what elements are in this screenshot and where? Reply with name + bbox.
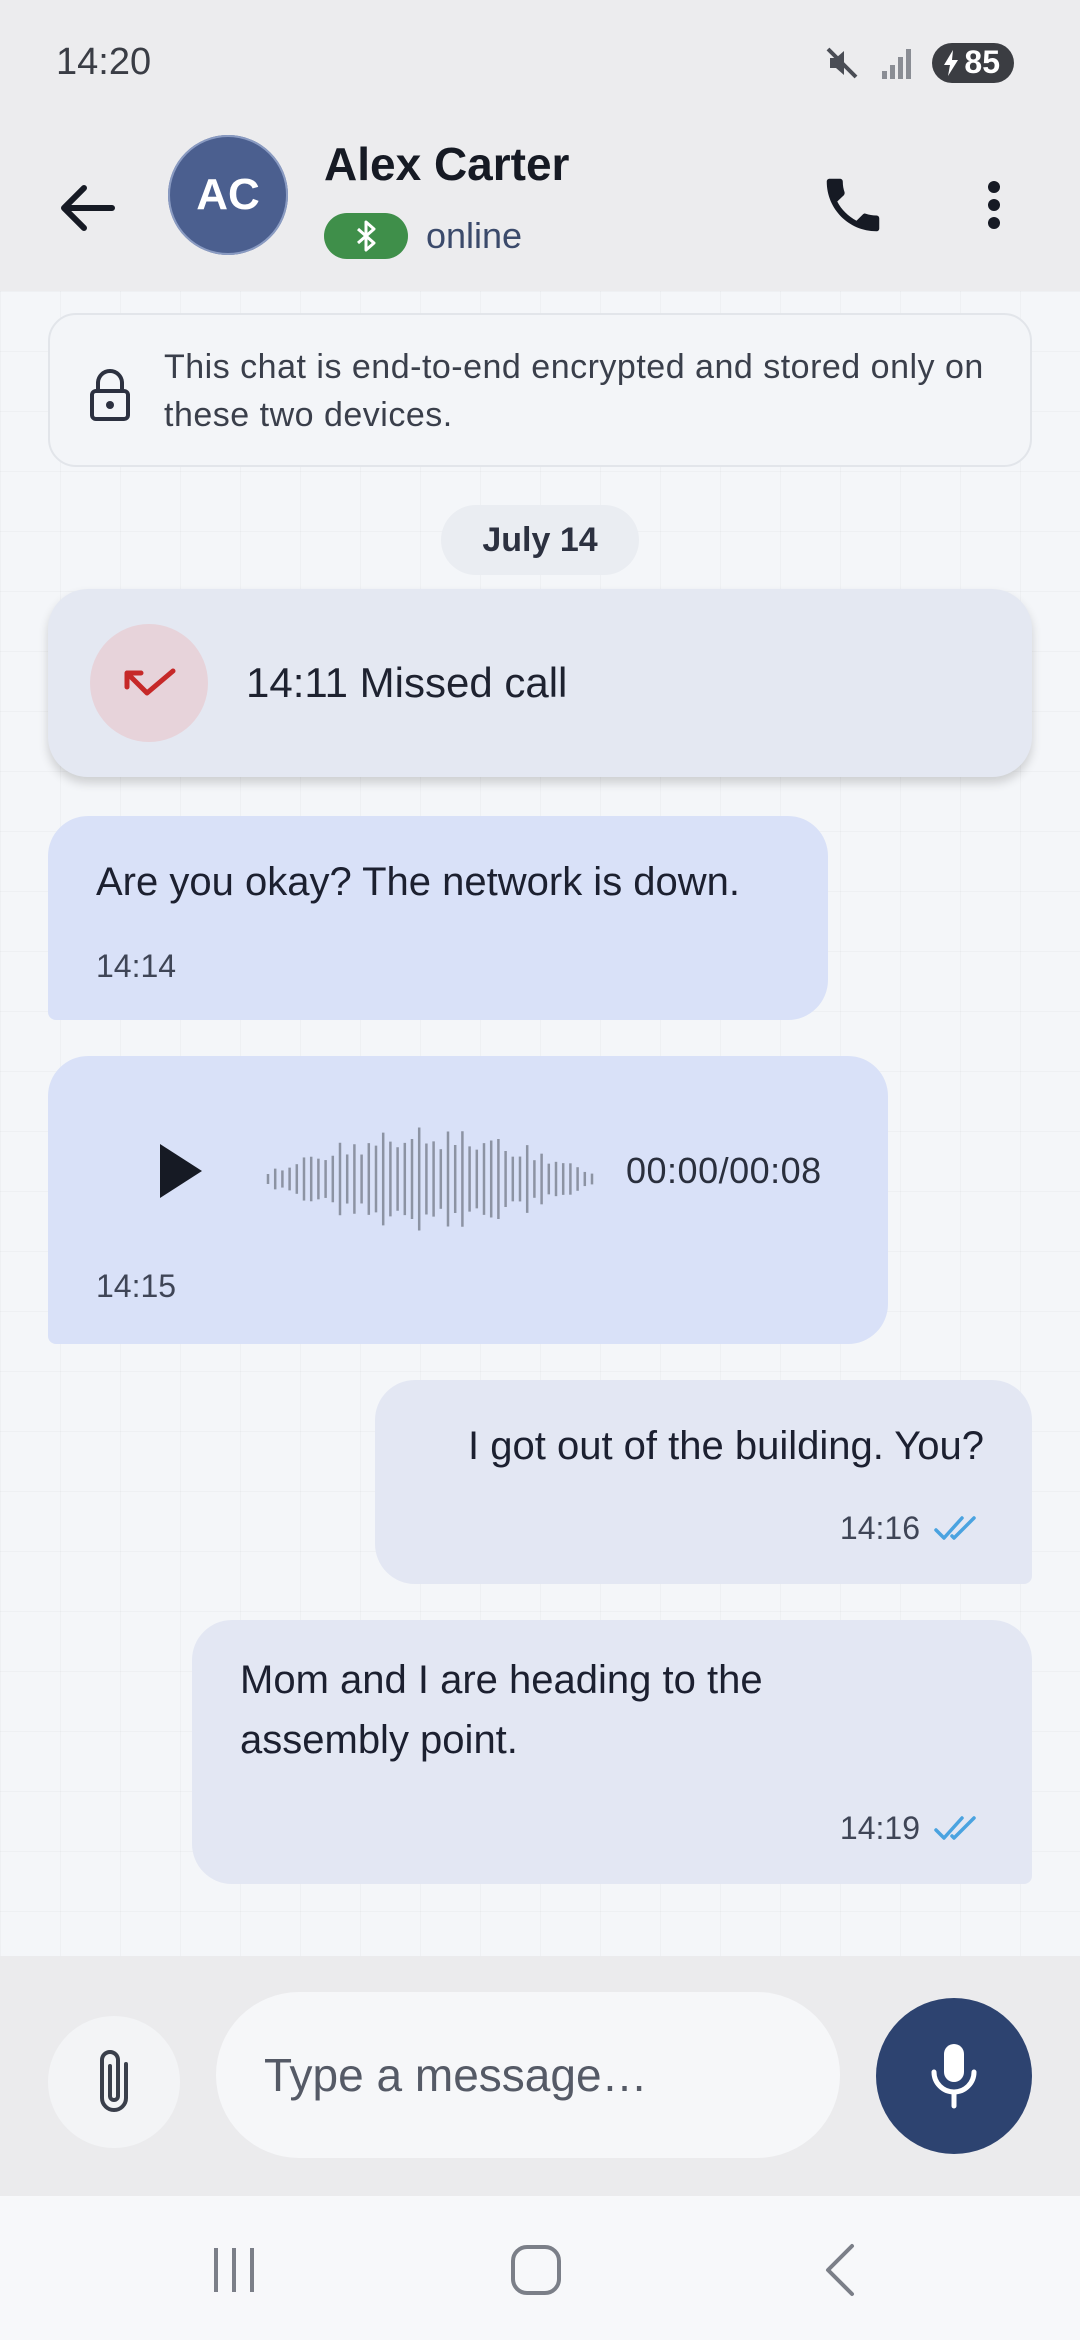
connection-badge: [324, 213, 408, 259]
system-nav-bar: [0, 2196, 1080, 2340]
encryption-notice[interactable]: This chat is end-to-end encrypted and st…: [48, 313, 1032, 467]
read-receipt-icon: [934, 1815, 976, 1840]
missed-call-card[interactable]: 14:11 Missed call: [48, 589, 1032, 777]
more-options-button[interactable]: [964, 165, 1024, 245]
phone-icon: [826, 178, 880, 232]
message-list[interactable]: This chat is end-to-end encrypted and st…: [0, 291, 1080, 1956]
mute-icon: [826, 47, 858, 78]
presence-status: online: [426, 215, 523, 256]
battery-charging-icon: [944, 49, 959, 76]
voice-record-button[interactable]: [876, 1998, 1032, 2154]
message-time: 14:14: [96, 948, 177, 984]
message-bubble-outgoing[interactable]: I got out of the building. You? 14:16: [375, 1380, 1032, 1584]
contact-name[interactable]: Alex Carter: [324, 137, 569, 191]
bluetooth-icon: [357, 220, 376, 252]
back-icon: [826, 2244, 854, 2296]
battery-level: 85: [964, 44, 1000, 80]
message-meta: 14:16: [840, 1510, 984, 1547]
message-text: Are you okay? The network is down.: [96, 860, 741, 904]
signal-icon: [882, 48, 912, 79]
call-button[interactable]: [818, 165, 888, 245]
composer-bar: [0, 1956, 1080, 2196]
read-receipt-icon: [934, 1515, 976, 1540]
home-icon: [511, 2245, 561, 2295]
lock-icon: [90, 369, 130, 421]
date-divider: July 14: [441, 505, 639, 575]
message-time: 14:16: [839, 1510, 920, 1546]
message-bubble-incoming[interactable]: Are you okay? The network is down. 14:14: [48, 816, 828, 1020]
message-text: Mom and I are heading to the assembly po…: [240, 1658, 763, 1762]
back-arrow-icon: [61, 185, 115, 231]
message-text: I got out of the building. You?: [468, 1424, 984, 1468]
voice-message-bubble[interactable]: 00:00/00:08 14:15: [48, 1056, 888, 1344]
message-bubble-outgoing[interactable]: Mom and I are heading to the assembly po…: [192, 1620, 1032, 1884]
message-input[interactable]: [216, 1992, 840, 2158]
voice-waveform[interactable]: [264, 1124, 604, 1234]
home-button[interactable]: [496, 2240, 576, 2300]
microphone-icon: [931, 2044, 977, 2109]
missed-call-icon-wrap: [90, 624, 208, 742]
recent-apps-button[interactable]: [194, 2240, 274, 2300]
nav-back-button[interactable]: [800, 2240, 880, 2300]
chat-header: AC Alex Carter online: [0, 125, 1080, 291]
avatar[interactable]: AC: [168, 135, 288, 255]
avatar-initials: AC: [196, 170, 260, 219]
status-bar: 14:20 85: [0, 0, 1080, 125]
attach-button[interactable]: [48, 2016, 180, 2148]
message-time: 14:19: [839, 1810, 920, 1846]
status-time: 14:20: [56, 41, 152, 83]
back-button[interactable]: [52, 173, 122, 243]
status-icons: 85: [822, 42, 1014, 83]
encryption-notice-text: This chat is end-to-end encrypted and st…: [164, 348, 984, 434]
missed-call-label: 14:11 Missed call: [246, 659, 568, 706]
recent-apps-icon: [214, 2248, 254, 2292]
paperclip-icon: [100, 2050, 128, 2112]
voice-duration: 00:00/00:08: [626, 1150, 822, 1191]
message-meta: 14:19: [840, 1810, 984, 1847]
battery-indicator: 85: [932, 42, 1014, 83]
play-icon: [160, 1144, 202, 1198]
more-vertical-icon: [988, 181, 1000, 229]
play-button[interactable]: [146, 1136, 216, 1206]
message-time: 14:15: [96, 1268, 177, 1304]
missed-call-icon: [124, 668, 176, 696]
